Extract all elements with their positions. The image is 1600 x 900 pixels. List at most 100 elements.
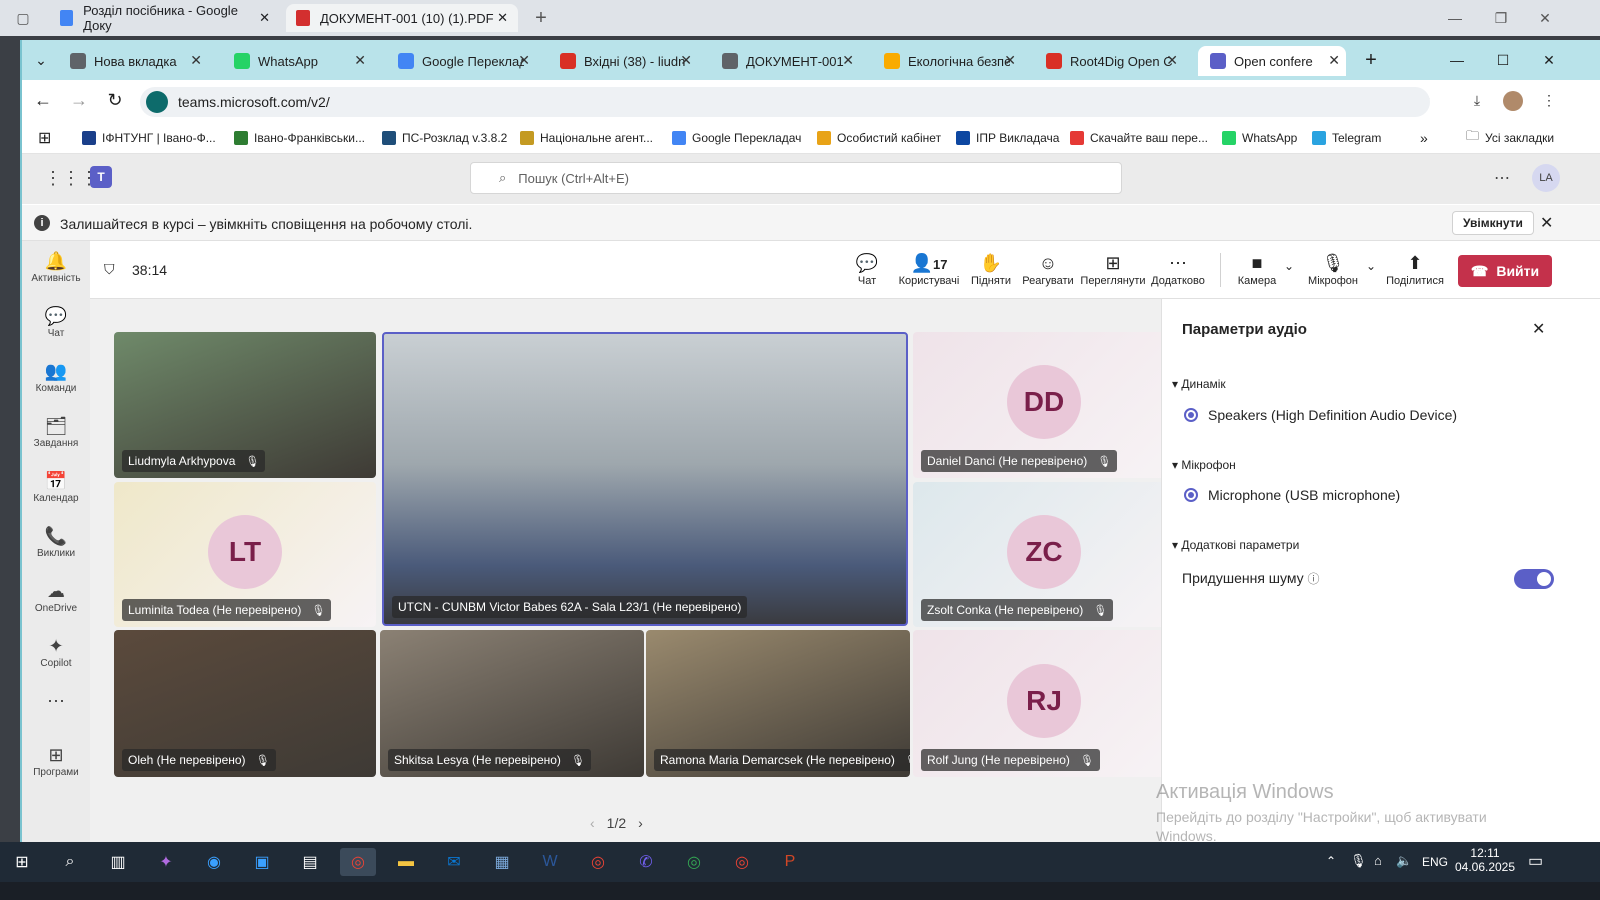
store-icon[interactable]: ▣	[244, 848, 280, 876]
mic-radio[interactable]	[1184, 488, 1198, 502]
search-icon[interactable]: ⌕	[52, 848, 88, 876]
chrome-icon[interactable]: ◎	[340, 848, 376, 876]
word-icon[interactable]: W	[532, 848, 568, 876]
people-button[interactable]: 👤17 Користувачі	[898, 251, 960, 287]
close-icon[interactable]: ✕	[1328, 52, 1340, 69]
participant-tile[interactable]: LT Luminita Todea (Не перевірено) 🎙	[114, 482, 376, 627]
all-bookmarks[interactable]: 🗀 Усі закладки	[1466, 128, 1554, 148]
new-tab-icon[interactable]: +	[526, 6, 556, 30]
copilot-icon[interactable]: ✦	[148, 848, 184, 876]
outer-tab-google-doc[interactable]: Розділ посібника - Google Доку ✕	[50, 3, 280, 33]
react-button[interactable]: ☺ Реагувати	[1020, 251, 1076, 287]
download-icon[interactable]: ⤓	[1462, 88, 1492, 112]
speaker-section-header[interactable]: ▾ Динамік	[1172, 377, 1226, 391]
browser-tab[interactable]: Вхідні (38) - liudn ✕	[548, 46, 698, 76]
save-app-icon[interactable]: ▤	[292, 848, 328, 876]
bookmark-item[interactable]: WhatsApp	[1222, 128, 1297, 148]
participant-tile[interactable]: DD Daniel Danci (Не перевірено) 🎙	[913, 332, 1175, 478]
volume-icon[interactable]: 🔈	[1396, 853, 1412, 869]
extra-section-header[interactable]: ▾ Додаткові параметри	[1172, 538, 1299, 552]
close-icon[interactable]: ✕	[842, 52, 854, 69]
close-window-icon[interactable]: ✕	[1530, 6, 1560, 30]
bookmark-item[interactable]: Скачайте ваш пере...	[1070, 128, 1208, 148]
chevron-down-icon[interactable]: ⌄	[1284, 259, 1294, 273]
outer-tab-pdf[interactable]: ДОКУМЕНТ-001 (10) (1).PDF ✕	[286, 4, 518, 32]
search-input[interactable]: ⌕ Пошук (Ctrl+Alt+E)	[470, 162, 1122, 194]
file-explorer-icon[interactable]: ▬	[388, 848, 424, 876]
mic-section-header[interactable]: ▾ Мікрофон	[1172, 458, 1236, 472]
participant-tile[interactable]: RJ Rolf Jung (Не перевірено) 🎙	[913, 630, 1175, 777]
more-bookmarks-icon[interactable]: »	[1420, 128, 1428, 148]
browser-tab[interactable]: WhatsApp ✕	[222, 46, 372, 76]
bookmark-item[interactable]: ІФНТУНГ | Івано-Ф...	[82, 128, 216, 148]
tray-chevron-icon[interactable]: ⌃	[1326, 854, 1336, 868]
prev-page-icon[interactable]: ‹	[590, 815, 595, 831]
network-icon[interactable]: ⌂	[1374, 853, 1382, 868]
chrome-alt-icon[interactable]: ◎	[676, 848, 712, 876]
close-icon[interactable]: ✕	[680, 52, 692, 69]
close-icon[interactable]: ✕	[497, 10, 508, 26]
participant-tile[interactable]: UTCN - CUNBM Victor Babes 62A - Sala L23…	[382, 332, 908, 626]
tab-search-icon[interactable]: ⌄	[26, 48, 56, 72]
site-info-icon[interactable]	[146, 91, 168, 113]
participant-tile[interactable]: ZC Zsolt Conka (Не перевірено) 🎙	[913, 482, 1175, 627]
windows-start-icon[interactable]: ⊞	[4, 848, 40, 876]
close-icon[interactable]: ✕	[259, 10, 270, 26]
reload-icon[interactable]: ↻	[100, 88, 130, 112]
info-icon[interactable]: ⓘ	[1308, 572, 1320, 586]
task-view-icon[interactable]: ▥	[100, 848, 136, 876]
mic-option[interactable]: Microphone (USB microphone)	[1208, 487, 1400, 503]
rail-item-Активність[interactable]: 🔔 Активність	[22, 249, 90, 284]
edge-icon[interactable]: ◉	[196, 848, 232, 876]
browser-tab[interactable]: Екологічна безпе ✕	[872, 46, 1022, 76]
rail-item-Copilot[interactable]: ✦ Copilot	[22, 634, 90, 669]
noise-suppression-toggle[interactable]	[1514, 569, 1554, 589]
participant-tile[interactable]: Oleh (Не перевірено) 🎙	[114, 630, 376, 777]
more-actions-button[interactable]: ⋯ Додатково	[1148, 251, 1208, 287]
clock[interactable]: 12:11 04.06.2025	[1454, 846, 1516, 874]
participant-tile[interactable]: Liudmyla Arkhypova 🎙	[114, 332, 376, 478]
profile-icon[interactable]	[1498, 88, 1528, 112]
viber-icon[interactable]: ✆	[628, 848, 664, 876]
close-icon[interactable]: ✕	[1004, 52, 1016, 69]
chrome-alt2-icon[interactable]: ◎	[724, 848, 760, 876]
minimize-icon[interactable]: —	[1442, 48, 1472, 72]
close-icon[interactable]: ✕	[354, 52, 366, 69]
leave-button[interactable]: ☎ Вийти	[1458, 255, 1552, 287]
rail-item-Команди[interactable]: 👥 Команди	[22, 359, 90, 394]
rail-item-Календар[interactable]: 📅 Календар	[22, 469, 90, 504]
bookmark-item[interactable]: Google Перекладач	[672, 128, 801, 148]
calculator-icon[interactable]: ▦	[484, 848, 520, 876]
rail-item-Чат[interactable]: 💬 Чат	[22, 304, 90, 339]
close-icon[interactable]: ✕	[1540, 213, 1553, 233]
speaker-option[interactable]: Speakers (High Definition Audio Device)	[1208, 407, 1457, 423]
minimize-icon[interactable]: —	[1440, 6, 1470, 30]
tab-list-icon[interactable]: ▢	[8, 6, 38, 30]
chrome-profile-icon[interactable]: ◎	[580, 848, 616, 876]
notifications-icon[interactable]: ▭	[1528, 851, 1543, 871]
avatar[interactable]: LA	[1532, 164, 1560, 192]
raise-hand-button[interactable]: ✋ Підняти	[968, 251, 1014, 287]
new-tab-icon[interactable]: +	[1356, 48, 1386, 72]
next-page-icon[interactable]: ›	[638, 815, 643, 831]
enable-notifications-button[interactable]: Увімкнути	[1452, 211, 1534, 235]
rail-item-Програми[interactable]: ⊞ Програми	[22, 743, 90, 778]
rail-item-OneDrive[interactable]: ☁ OneDrive	[22, 579, 90, 614]
bookmark-item[interactable]: ПС-Розклад v.3.8.2	[382, 128, 507, 148]
outlook-icon[interactable]: ✉	[436, 848, 472, 876]
browser-tab[interactable]: Google Переклад ✕	[386, 46, 536, 76]
browser-tab[interactable]: ДОКУМЕНТ-001 (✕	[710, 46, 860, 76]
bookmark-item[interactable]: Національне агент...	[520, 128, 653, 148]
language-indicator[interactable]: ENG	[1422, 855, 1448, 869]
bookmark-item[interactable]: Івано-Франківськи...	[234, 128, 365, 148]
speaker-radio[interactable]	[1184, 408, 1198, 422]
participant-tile[interactable]: Shkitsa Lesya (Не перевірено) 🎙	[380, 630, 644, 777]
close-window-icon[interactable]: ✕	[1534, 48, 1564, 72]
view-button[interactable]: ⊞ Переглянути	[1080, 251, 1146, 287]
back-icon[interactable]: ←	[28, 88, 58, 112]
apps-grid-icon[interactable]: ⊞	[38, 128, 51, 148]
restore-icon[interactable]: ❐	[1486, 6, 1516, 30]
rail-item-Виклики[interactable]: 📞 Виклики	[22, 524, 90, 559]
close-icon[interactable]: ✕	[1532, 319, 1545, 339]
chevron-down-icon[interactable]: ⌄	[1366, 259, 1376, 273]
